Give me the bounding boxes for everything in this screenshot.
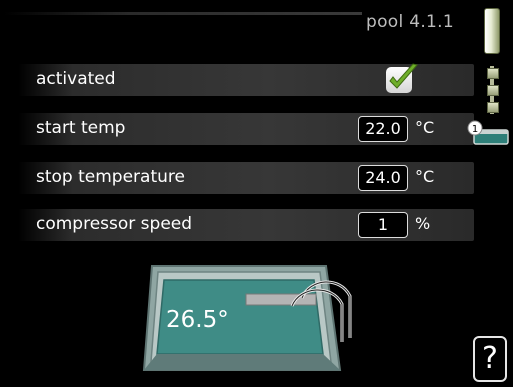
setting-row-activated[interactable]: activated bbox=[18, 63, 474, 96]
compressor-speed-unit: % bbox=[415, 214, 431, 233]
menu-tree-icon bbox=[484, 66, 500, 114]
setting-row-compressor-speed[interactable]: compressor speed 1 % bbox=[18, 209, 474, 241]
compressor-speed-value[interactable]: 1 bbox=[358, 212, 408, 238]
alarm-badge-count: 1 bbox=[472, 124, 478, 135]
help-button[interactable]: ? bbox=[473, 336, 507, 382]
setting-label-activated: activated bbox=[36, 69, 116, 89]
pool-temperature: 26.5° bbox=[166, 307, 229, 333]
setting-row-stop-temperature[interactable]: stop temperature 24.0 °C bbox=[18, 162, 474, 194]
activated-checkbox[interactable] bbox=[386, 63, 418, 93]
start-temp-value[interactable]: 22.0 bbox=[358, 116, 408, 142]
setting-label-stop-temperature: stop temperature bbox=[36, 167, 185, 187]
pool-alarm-icon[interactable]: 1 bbox=[466, 118, 510, 148]
stop-temperature-unit: °C bbox=[415, 167, 435, 186]
start-temp-unit: °C bbox=[415, 118, 435, 137]
scrollbar-thumb[interactable] bbox=[484, 8, 500, 54]
setting-row-start-temp[interactable]: start temp 22.0 °C bbox=[18, 113, 474, 145]
setting-label-compressor-speed: compressor speed bbox=[36, 214, 193, 234]
setting-label-start-temp: start temp bbox=[36, 118, 126, 138]
pool-settings-screen: pool 4.1.1 activated start temp 22.0 °C … bbox=[0, 0, 513, 387]
stop-temperature-value[interactable]: 24.0 bbox=[358, 165, 408, 191]
header-divider bbox=[4, 12, 362, 15]
menu-title: pool 4.1.1 bbox=[366, 12, 454, 32]
checkmark-icon bbox=[389, 63, 418, 89]
